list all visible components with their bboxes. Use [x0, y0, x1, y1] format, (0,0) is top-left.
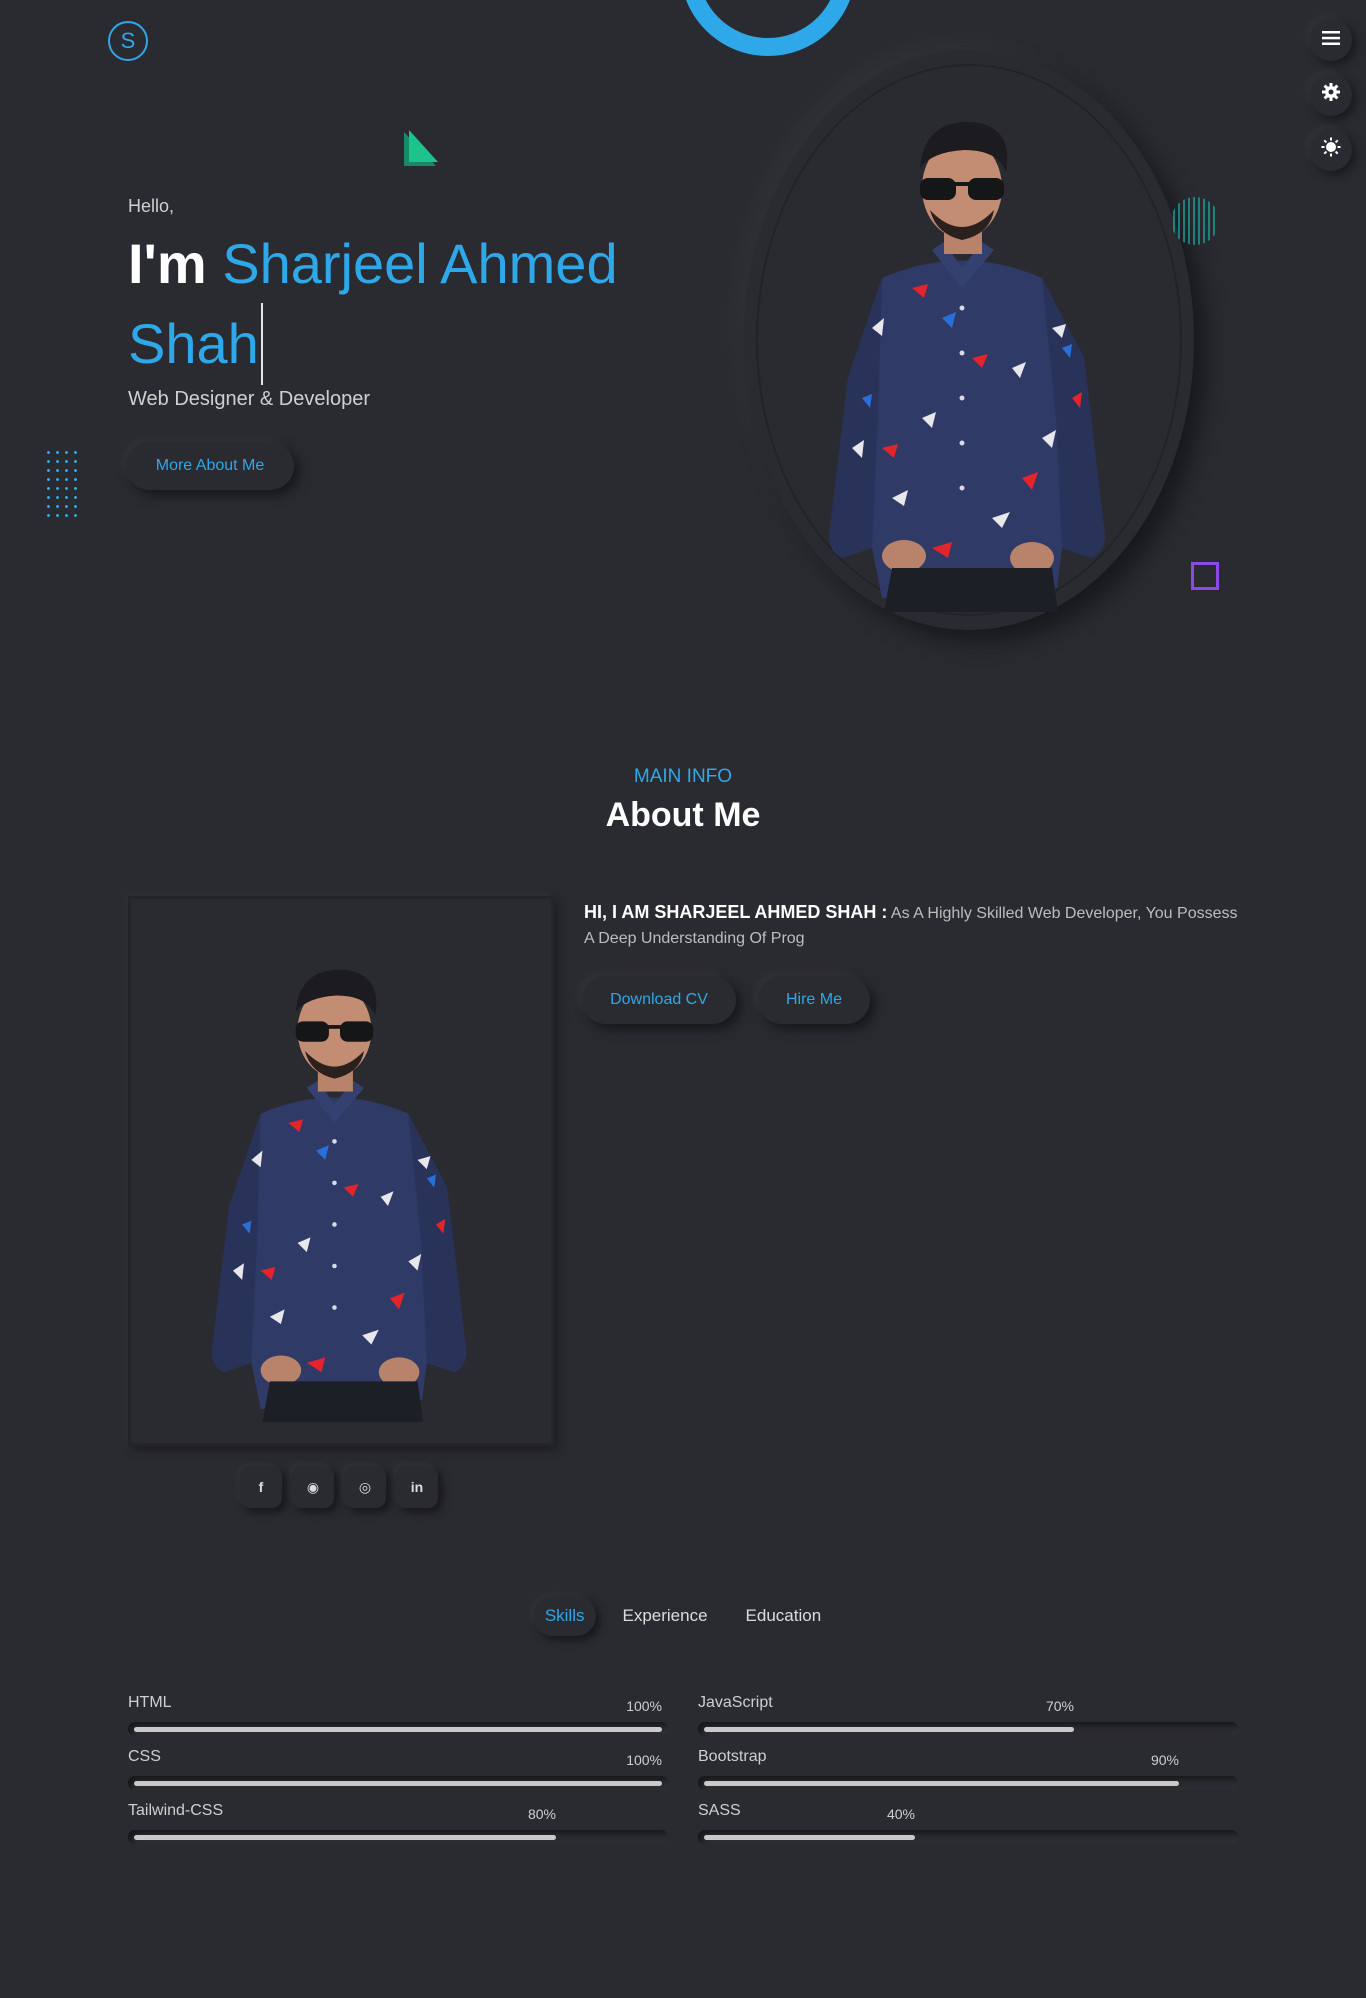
skill-progress-track: [698, 1722, 1238, 1736]
skills-list: HTML 100% JavaScript 70% CSS 100% Bootstrap 90%…: [128, 1694, 1238, 1844]
sun-icon: [1321, 137, 1341, 163]
skill-item: HTML 100%: [128, 1694, 668, 1736]
skill-item: SASS 40%: [698, 1802, 1238, 1844]
more-about-me-button[interactable]: More About Me: [126, 442, 294, 490]
skill-progress-fill: [134, 1835, 556, 1840]
skill-name: JavaScript: [698, 1694, 773, 1711]
skill-name: CSS: [128, 1748, 161, 1765]
skill-progress-track: [128, 1722, 668, 1736]
hero-portrait: [829, 121, 1105, 612]
skill-item: JavaScript 70%: [698, 1694, 1238, 1736]
skill-item: CSS 100%: [128, 1748, 668, 1790]
facebook-link[interactable]: f: [240, 1466, 282, 1508]
linkedin-icon: in: [410, 1479, 424, 1495]
about-section-label: MAIN INFO: [633, 766, 733, 787]
dots-decoration: [44, 448, 80, 520]
square-decoration: [1191, 562, 1219, 590]
lines-decoration: [1173, 197, 1215, 245]
skill-name: SASS: [698, 1802, 741, 1819]
about-lead: HI, I AM SHARJEEL AHMED SHAH :: [584, 902, 888, 922]
skill-progress-track: [128, 1776, 668, 1790]
skill-progress-fill: [134, 1727, 662, 1732]
skill-progress-fill: [704, 1835, 915, 1840]
gear-icon: [1321, 82, 1341, 108]
resume-tabs: Skills Experience Education: [0, 1596, 1366, 1636]
typing-cursor: [260, 303, 263, 386]
github-icon: ◉: [306, 1478, 320, 1495]
theme-toggle-button[interactable]: [1310, 129, 1352, 171]
logo[interactable]: S: [108, 21, 148, 61]
skill-progress-track: [698, 1830, 1238, 1844]
skill-progress-track: [128, 1830, 668, 1844]
social-links: f ◉ ◎ in: [240, 1466, 438, 1508]
download-cv-button[interactable]: Download CV: [582, 976, 736, 1024]
settings-button[interactable]: [1310, 74, 1352, 116]
skill-name: Tailwind-CSS: [128, 1802, 224, 1819]
skill-name: Bootstrap: [698, 1748, 767, 1765]
skill-percent: 90%: [1150, 1752, 1179, 1768]
tab-skills[interactable]: Skills: [533, 1596, 597, 1636]
skill-progress-fill: [134, 1781, 662, 1786]
facebook-icon: f: [258, 1479, 264, 1495]
skill-item: Tailwind-CSS 80%: [128, 1802, 668, 1844]
menu-icon: [1322, 29, 1340, 52]
skill-name: HTML: [128, 1694, 172, 1711]
tab-experience[interactable]: Experience: [610, 1596, 719, 1636]
hero-greeting: Hello,: [128, 196, 175, 216]
skill-percent: 100%: [626, 1698, 662, 1714]
skill-percent: 70%: [1045, 1698, 1074, 1714]
triangle-decoration: [404, 130, 438, 166]
about-intro: HI, I AM SHARJEEL AHMED SHAH : As A High…: [584, 900, 1244, 951]
skill-percent: 80%: [527, 1806, 556, 1822]
hero-title: I'm Sharjeel Ahmed Shah: [128, 224, 688, 386]
hero-im: I'm: [128, 232, 207, 295]
hire-me-button[interactable]: Hire Me: [758, 976, 870, 1024]
instagram-link[interactable]: ◎: [344, 1466, 386, 1508]
skill-item: Bootstrap 90%: [698, 1748, 1238, 1790]
about-photo: [211, 969, 467, 1422]
decorative-ring: [680, 0, 856, 56]
skill-progress-fill: [704, 1781, 1179, 1786]
about-section-title: About Me: [605, 796, 761, 834]
skill-percent: 40%: [886, 1806, 915, 1822]
instagram-icon: ◎: [358, 1478, 372, 1495]
skill-progress-fill: [704, 1727, 1074, 1732]
github-link[interactable]: ◉: [292, 1466, 334, 1508]
menu-button[interactable]: [1310, 19, 1352, 61]
linkedin-link[interactable]: in: [396, 1466, 438, 1508]
tab-education[interactable]: Education: [734, 1596, 834, 1636]
skill-percent: 100%: [626, 1752, 662, 1768]
skill-progress-track: [698, 1776, 1238, 1790]
hero-role: Web Designer & Developer: [128, 388, 370, 410]
